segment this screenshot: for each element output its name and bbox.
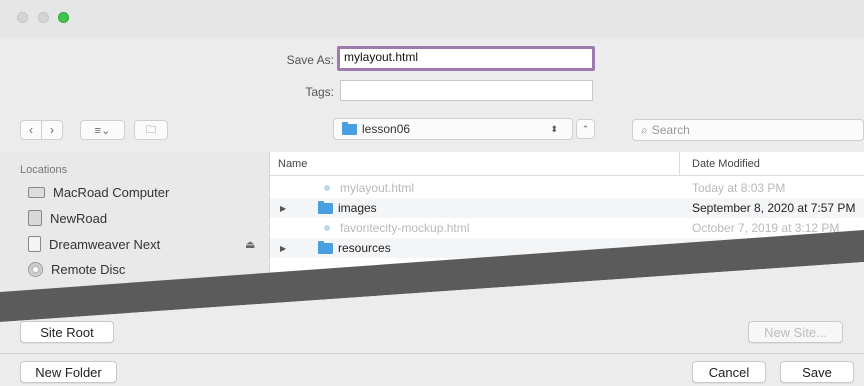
disclosure-triangle-icon[interactable]: ▶ [280,204,286,213]
list-item[interactable]: ▶ resources [270,238,864,258]
sidebar-item-label: Remote Disc [51,262,126,277]
close-window-icon[interactable] [17,12,28,23]
cancel-button[interactable]: Cancel [692,361,766,383]
search-placeholder: Search [651,123,690,137]
sidebar-item-label: NewRoad [50,210,108,226]
site-root-button[interactable]: Site Root [20,321,114,343]
sidebar-item-dreamweaver-next[interactable]: Dreamweaver Next [28,236,160,252]
new-folder-button[interactable]: New Folder [20,361,117,383]
sidebar-item-macroad-computer[interactable]: MacRoad Computer [28,185,169,200]
file-name: images [338,201,377,215]
list-item[interactable]: mylayout.html Today at 8:03 PM [270,178,864,198]
save-dialog: Save As: mylayout.html Tags: ‹ › ≡⌄ 🗀 le… [0,0,864,386]
save-button[interactable]: Save [780,361,854,383]
file-name: favoritecity-mockup.html [340,221,470,235]
back-button[interactable]: ‹ [20,120,42,140]
file-date: September 8, 2020 at 7:57 PM [692,201,856,215]
title-bar [0,0,864,38]
disk-icon [28,210,42,226]
list-view-icon: ≡⌄ [94,124,111,137]
file-name: mylayout.html [340,181,415,195]
laptop-icon [28,187,45,198]
file-list: Name Date Modified mylayout.html Today a… [269,152,864,302]
new-site-button[interactable]: New Site... [748,321,843,343]
disc-icon [28,262,43,277]
location-label: lesson06 [362,122,411,136]
sidebar-item-remote-disc[interactable]: Remote Disc [28,262,125,277]
sidebar-item-newroad[interactable]: NewRoad [28,210,107,226]
view-options-button[interactable]: ≡⌄ [80,120,125,140]
chevron-right-icon: › [50,123,54,137]
minimize-window-icon[interactable] [38,12,49,23]
divider [0,353,864,354]
zoom-window-icon[interactable] [58,12,69,23]
sidebar-item-label: Dreamweaver Next [49,236,161,252]
folder-icon [342,121,357,135]
column-header-date[interactable]: Date Modified [680,152,864,176]
document-icon [28,236,41,252]
save-as-label: Save As: [286,53,334,67]
chevron-up-icon: ⌃ [581,123,590,134]
search-icon: ⌕ [641,122,648,137]
folder-icon: 🗀 [145,123,157,136]
expand-collapse-button[interactable]: ⌃ [576,119,595,139]
sidebar: Locations MacRoad Computer NewRoad Dream… [0,152,269,302]
list-item[interactable]: favoritecity-mockup.html October 7, 2019… [270,218,864,238]
list-item[interactable]: ▶ images September 8, 2020 at 7:57 PM [270,198,864,218]
column-header-name[interactable]: Name [270,152,680,176]
html-file-icon [324,185,330,191]
forward-button[interactable]: › [41,120,63,140]
folder-icon [318,200,333,214]
updown-chevron-icon: ⬍ [550,123,558,134]
disclosure-triangle-icon[interactable]: ▶ [280,244,286,253]
file-name: resources [338,241,391,255]
location-select[interactable]: lesson06 ⬍ [333,118,573,140]
file-date: October 7, 2019 at 3:12 PM [692,221,840,235]
file-date: Today at 8:03 PM [692,181,786,195]
tags-input[interactable] [340,80,593,101]
sidebar-item-label: MacRoad Computer [53,185,170,200]
eject-icon[interactable]: ⏏ [245,238,255,251]
sidebar-heading: Locations [20,164,68,176]
search-field[interactable]: ⌕ Search [632,119,864,141]
folder-icon [318,240,333,254]
new-folder-toolbar-button[interactable]: 🗀 [134,120,168,140]
html-file-icon [324,225,330,231]
save-as-input[interactable]: mylayout.html [337,46,595,71]
tags-label: Tags: [305,85,334,99]
chevron-left-icon: ‹ [29,123,33,137]
